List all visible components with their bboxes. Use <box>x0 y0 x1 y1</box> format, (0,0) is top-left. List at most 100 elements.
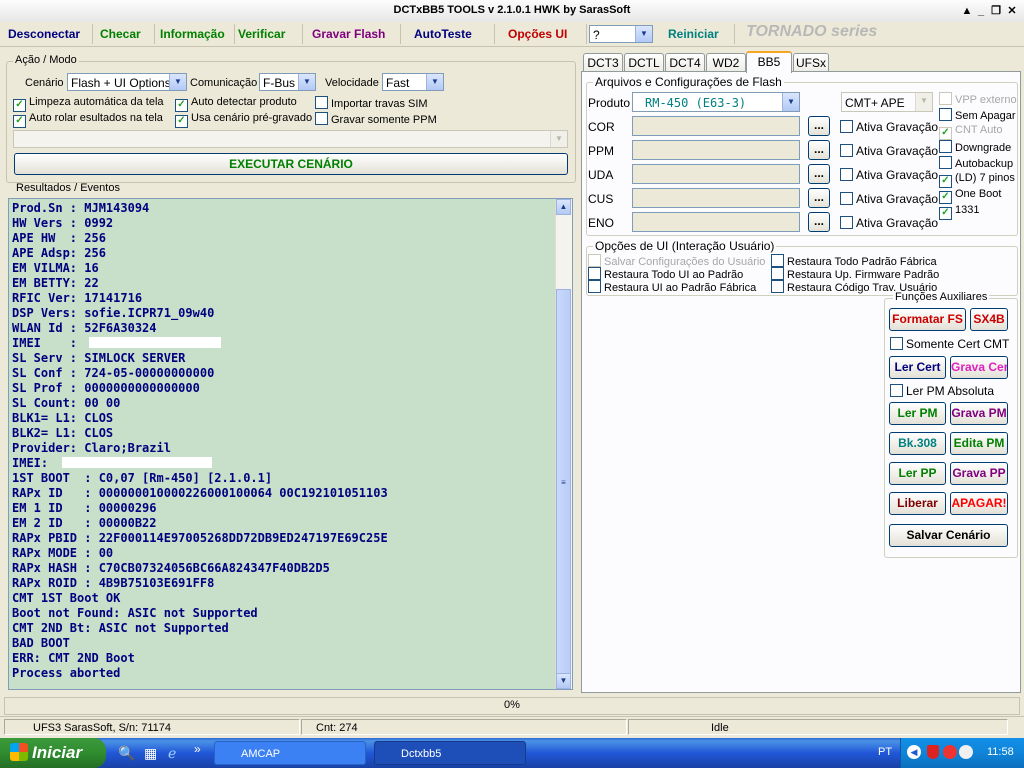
cus-browse-button[interactable]: ... <box>808 188 830 208</box>
comunicacao-select[interactable]: F-Bus ▼ <box>259 73 316 91</box>
ppm-ativa-gravacao[interactable]: Ativa Gravação <box>840 144 938 158</box>
check-sem-apagar[interactable]: Sem Apagar <box>939 108 1016 123</box>
task-dctxbb5[interactable]: Dctxbb5 <box>374 741 526 765</box>
tray-expand-icon[interactable]: ◀ <box>907 745 921 759</box>
tab-wd2[interactable]: WD2 <box>706 53 746 72</box>
scenario-file-select[interactable]: ▼ <box>13 130 568 148</box>
uda-ativa-gravacao[interactable]: Ativa Gravação <box>840 168 938 182</box>
check-gravar-ppm[interactable]: Gravar somente PPM <box>315 112 437 127</box>
ler-pm-button[interactable]: Ler PM <box>889 402 946 425</box>
mode-select[interactable]: CMT+ APE ▼ <box>841 92 933 112</box>
cus-ativa-gravacao[interactable]: Ativa Gravação <box>840 192 938 206</box>
check-autobackup[interactable]: Autobackup <box>939 156 1013 171</box>
uda-file-input[interactable] <box>632 164 800 184</box>
minimize-icon[interactable]: ▲ <box>960 4 974 18</box>
scroll-up-icon[interactable]: ▲ <box>556 199 571 215</box>
minimize-button[interactable]: _ <box>974 4 988 18</box>
menu-opcoes-ui[interactable]: Opções UI <box>504 24 587 44</box>
scroll-thumb[interactable]: ≡ <box>556 289 571 674</box>
check-importar-travas[interactable]: Importar travas SIM <box>315 96 428 111</box>
menu-desconectar[interactable]: Desconectar <box>4 24 93 44</box>
check-one-boot[interactable]: ✓ One Boot <box>939 188 1001 204</box>
check-downgrade[interactable]: Downgrade <box>939 140 1011 155</box>
restore-button[interactable]: ❐ <box>989 4 1003 18</box>
grava-pp-button[interactable]: Grava PP <box>950 462 1008 485</box>
progress-text: 0% <box>504 699 520 711</box>
ler-cert-button[interactable]: Ler Cert <box>889 356 946 379</box>
tray-network-icon[interactable] <box>959 745 973 759</box>
apagar-button[interactable]: APAGAR! <box>950 492 1008 515</box>
eno-ativa-gravacao[interactable]: Ativa Gravação <box>840 216 938 230</box>
cenario-select[interactable]: Flash + UI Options ▼ <box>67 73 187 91</box>
bk308-button[interactable]: Bk.308 <box>889 432 946 455</box>
tab-dctl[interactable]: DCTL <box>624 53 664 72</box>
check-auto-detectar[interactable]: ✓ Auto detectar produto <box>175 96 297 112</box>
quicklaunch-search-icon[interactable]: 🔍 <box>118 745 135 762</box>
executar-cenario-button[interactable]: EXECUTAR CENÁRIO <box>14 153 568 175</box>
tab-bb5[interactable]: BB5 <box>746 51 792 73</box>
tray-security-icon[interactable] <box>943 745 957 759</box>
check-ld-7-pinos[interactable]: ✓ (LD) 7 pinos <box>939 172 1015 188</box>
ppm-browse-button[interactable]: ... <box>808 140 830 160</box>
check-ler-pm-absoluta[interactable]: Ler PM Absoluta <box>890 384 994 398</box>
checkbox-box <box>588 254 601 267</box>
menu-verificar[interactable]: Verificar <box>234 24 303 44</box>
results-log[interactable]: Prod.Sn : MJM143094 HW Vers : 0992 APE HW … <box>8 198 573 690</box>
close-button[interactable]: ✕ <box>1005 4 1019 18</box>
velocidade-value: Fast <box>386 76 410 90</box>
tab-dct3[interactable]: DCT3 <box>583 53 623 72</box>
check-limpeza[interactable]: ✓ Limpeza automática da tela <box>13 96 164 112</box>
title-bar: DCTxBB5 TOOLS v 2.1.0.1 HWK by SarasSoft… <box>0 0 1024 23</box>
grava-pm-button[interactable]: Grava PM <box>950 402 1008 425</box>
log-line: CMT 1ST Boot OK <box>12 591 121 605</box>
cor-ativa-gravacao[interactable]: Ativa Gravação <box>840 120 938 134</box>
log-line: SL Conf : 724-05-00000000000 <box>12 366 215 380</box>
check-1331[interactable]: ✓ 1331 <box>939 204 979 220</box>
scroll-down-icon[interactable]: ▼ <box>556 673 571 689</box>
eno-file-input[interactable] <box>632 212 800 232</box>
liberar-button[interactable]: Liberar <box>889 492 946 515</box>
menu-combo[interactable]: ? ▼ <box>589 25 653 43</box>
velocidade-select[interactable]: Fast ▼ <box>382 73 444 91</box>
menu-reiniciar[interactable]: Reiniciar <box>664 24 735 44</box>
quicklaunch-more-icon[interactable]: » <box>194 742 201 756</box>
menu-autoteste[interactable]: AutoTeste <box>410 24 495 44</box>
cor-label: COR <box>588 120 615 134</box>
quicklaunch-desktop-icon[interactable]: ▦ <box>144 745 157 762</box>
comunicacao-label: Comunicação <box>190 77 258 89</box>
checkbox-box <box>588 280 601 293</box>
check-somente-cert[interactable]: Somente Cert CMT <box>890 337 1009 351</box>
menu-informacao[interactable]: Informação <box>156 24 235 44</box>
tab-dct4[interactable]: DCT4 <box>665 53 705 72</box>
log-scrollbar[interactable]: ▲ ≡ ▼ <box>555 199 572 689</box>
quicklaunch-ie-icon[interactable]: ℯ <box>168 745 176 762</box>
language-indicator[interactable]: PT <box>878 746 892 758</box>
menu-gravar-flash[interactable]: Gravar Flash <box>308 24 401 44</box>
cor-file-input[interactable] <box>632 116 800 136</box>
formatar-fs-button[interactable]: Formatar FS <box>889 308 966 331</box>
check-auto-rolar[interactable]: ✓ Auto rolar esultados na tela <box>13 112 163 128</box>
cor-browse-button[interactable]: ... <box>808 116 830 136</box>
cus-file-input[interactable] <box>632 188 800 208</box>
ppm-file-input[interactable] <box>632 140 800 160</box>
sx4b-button[interactable]: SX4B <box>970 308 1008 331</box>
ui-opt-restaura-ui-ao-padr-o-f-brica[interactable]: Restaura UI ao Padrão Fábrica <box>588 280 756 295</box>
edita-pm-button[interactable]: Edita PM <box>950 432 1008 455</box>
check-vpp-externo[interactable]: VPP externo <box>939 92 1017 107</box>
task-amcap[interactable]: AMCAP <box>214 741 366 765</box>
log-line: HW Vers : 0992 <box>12 216 114 230</box>
check-usa-cenario[interactable]: ✓ Usa cenário pré-gravado <box>175 112 312 128</box>
uda-browse-button[interactable]: ... <box>808 164 830 184</box>
log-line: EM 1 ID : 00000296 <box>12 501 157 515</box>
grava-cert-button[interactable]: Grava Cert <box>950 356 1008 379</box>
tab-ufsx[interactable]: UFSx <box>793 53 829 72</box>
log-line: RFIC Ver: 17141716 <box>12 291 143 305</box>
tray-shield-icon[interactable] <box>927 745 939 759</box>
ler-pp-button[interactable]: Ler PP <box>889 462 946 485</box>
salvar-cenario-button[interactable]: Salvar Cenário <box>889 524 1008 547</box>
eno-browse-button[interactable]: ... <box>808 212 830 232</box>
check-cnt-auto[interactable]: ✓ CNT Auto <box>939 124 1003 140</box>
start-button[interactable]: Iniciar <box>0 738 106 768</box>
produto-select[interactable]: RM-450 (E63-3) ▼ <box>632 92 800 112</box>
menu-checar[interactable]: Checar <box>96 24 155 44</box>
